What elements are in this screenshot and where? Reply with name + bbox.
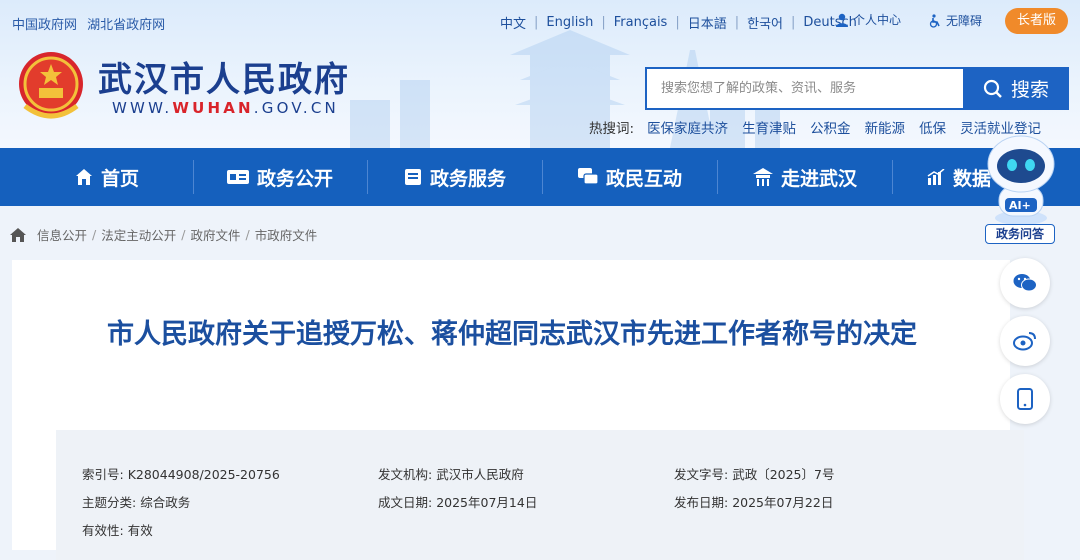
- breadcrumb-separator: /: [181, 227, 186, 242]
- phone-icon: [1017, 388, 1033, 410]
- url-prefix: WWW.: [112, 99, 173, 117]
- home-icon[interactable]: [10, 227, 26, 242]
- document-meta-table: 索引号: K28044908/2025-20756 发文机构: 武汉市人民政府 …: [56, 430, 1024, 560]
- article-panel: 市人民政府关于追授万松、蒋仲超同志武汉市先进工作者称号的决定 索引号: K280…: [12, 260, 1024, 560]
- card-icon: [226, 170, 249, 184]
- site-header: 中国政府网 湖北省政府网 中文 | English | Français | 日本語 |…: [0, 0, 1080, 148]
- meta-label: 有效性:: [82, 523, 124, 538]
- meta-label: 发文字号:: [674, 467, 729, 482]
- nav-label: 首页: [100, 167, 139, 190]
- nav-item-gov-services[interactable]: 政务服务: [370, 148, 540, 206]
- meta-value: K28044908/2025-20756: [127, 467, 280, 482]
- ai-badge: AI+: [1009, 199, 1031, 212]
- meta-value: 2025年07月14日: [436, 495, 538, 510]
- nav-divider: [717, 160, 718, 194]
- hot-word[interactable]: 医保家庭共济: [647, 117, 728, 137]
- nav-item-interaction[interactable]: 政民互动: [545, 148, 715, 206]
- search-button-label: 搜索: [1010, 79, 1049, 101]
- hot-word[interactable]: 生育津贴: [742, 117, 796, 137]
- user-icon: [836, 13, 848, 27]
- lang-en[interactable]: English: [538, 15, 601, 30]
- meta-label: 主题分类:: [82, 495, 137, 510]
- chat-icon: [577, 168, 598, 185]
- language-switcher: 中文 | English | Français | 日本語 | 한국어 | Deutsch: [492, 13, 865, 32]
- nav-label: 政务服务: [429, 167, 506, 190]
- nav-divider: [542, 160, 543, 194]
- weibo-share-button[interactable]: [1000, 316, 1050, 366]
- meta-publish-date: 发布日期: 2025年07月22日: [674, 492, 833, 511]
- hot-search-words: 热搜词: 医保家庭共济 生育津贴 公积金 新能源 低保 灵活就业登记: [589, 117, 1048, 137]
- lang-zh[interactable]: 中文: [492, 13, 534, 32]
- meta-value: 武政〔2025〕7号: [732, 467, 835, 482]
- pavilion-icon: [752, 168, 773, 186]
- meta-value: 武汉市人民政府: [436, 467, 524, 482]
- meta-value: 2025年07月22日: [732, 495, 834, 510]
- nav-label: 政务公开: [256, 167, 333, 190]
- nav-item-gov-affairs[interactable]: 政务公开: [195, 148, 365, 206]
- breadcrumb-item[interactable]: 法定主动公开: [101, 225, 176, 244]
- meta-label: 索引号:: [82, 467, 124, 482]
- site-url: WWW.WUHAN.GOV.CN: [112, 99, 339, 117]
- meta-value: 有效: [127, 523, 153, 538]
- home-icon: [75, 169, 92, 185]
- meta-category: 主题分类: 综合政务: [82, 492, 190, 511]
- site-title: 武汉市人民政府: [98, 60, 350, 100]
- url-suffix: .GOV.CN: [253, 99, 339, 117]
- nav-divider: [367, 160, 368, 194]
- national-emblem-logo: [19, 52, 83, 119]
- hot-word[interactable]: 新能源: [865, 117, 906, 137]
- chart-icon: [927, 169, 945, 185]
- lang-ko[interactable]: 한국어: [739, 13, 791, 32]
- mobile-version-button[interactable]: [1000, 374, 1050, 424]
- breadcrumb-separator: /: [245, 227, 250, 242]
- breadcrumb-item[interactable]: 市政府文件: [255, 225, 318, 244]
- accessibility-link[interactable]: 无障碍: [928, 12, 982, 29]
- personal-center-link[interactable]: 个人中心: [835, 11, 901, 28]
- accessibility-label: 无障碍: [946, 14, 983, 28]
- search-input[interactable]: 搜索您想了解的政策、资讯、服务: [645, 67, 963, 110]
- ai-assistant-label: 政务问答: [985, 224, 1055, 244]
- nav-divider: [193, 160, 194, 194]
- personal-center-label: 个人中心: [853, 13, 902, 27]
- breadcrumb-separator: /: [92, 227, 97, 242]
- meta-doc-number: 发文字号: 武政〔2025〕7号: [674, 464, 834, 483]
- hot-search-label: 热搜词:: [589, 121, 635, 137]
- meta-validity: 有效性: 有效: [82, 520, 153, 539]
- breadcrumb-item[interactable]: 信息公开: [37, 225, 87, 244]
- breadcrumb: 信息公开 / 法定主动公开 / 政府文件 / 市政府文件: [10, 225, 317, 244]
- meta-label: 发文机构:: [378, 467, 433, 482]
- nav-item-home[interactable]: 首页: [22, 148, 192, 206]
- top-links: 中国政府网 湖北省政府网: [12, 14, 171, 33]
- meta-label: 成文日期:: [378, 495, 433, 510]
- nav-item-wuhan[interactable]: 走进武汉: [720, 148, 890, 206]
- wheelchair-icon: [929, 13, 940, 28]
- hubei-gov-link[interactable]: 湖北省政府网: [87, 18, 165, 33]
- nav-label: 走进武汉: [780, 167, 857, 190]
- ai-assistant[interactable]: AI+ 政务问答: [985, 132, 1063, 244]
- url-highlight: WUHAN: [172, 99, 254, 117]
- lang-fr[interactable]: Français: [606, 15, 676, 30]
- meta-issuer: 发文机构: 武汉市人民政府: [378, 464, 524, 483]
- meta-index: 索引号: K28044908/2025-20756: [82, 464, 280, 483]
- wechat-icon: [1013, 274, 1037, 292]
- search-icon: [983, 79, 1002, 98]
- nav-divider: [892, 160, 893, 194]
- meta-written-date: 成文日期: 2025年07月14日: [378, 492, 537, 511]
- document-icon: [404, 169, 421, 185]
- nav-label: 政民互动: [605, 167, 682, 190]
- hot-word[interactable]: 低保: [919, 117, 946, 137]
- elder-mode-button[interactable]: 长者版: [1005, 8, 1068, 34]
- meta-label: 发布日期:: [674, 495, 729, 510]
- lang-ja[interactable]: 日本語: [680, 13, 735, 32]
- weibo-icon: [1013, 332, 1036, 351]
- search-button[interactable]: 搜索: [963, 67, 1069, 110]
- main-nav: 首页 政务公开 政务服务 政民互动 走进武汉 数据: [0, 148, 1080, 206]
- china-gov-link[interactable]: 中国政府网: [12, 18, 77, 33]
- breadcrumb-item[interactable]: 政府文件: [190, 225, 240, 244]
- hot-word[interactable]: 公积金: [810, 117, 851, 137]
- wechat-share-button[interactable]: [1000, 258, 1050, 308]
- article-title: 市人民政府关于追授万松、蒋仲超同志武汉市先进工作者称号的决定: [107, 319, 917, 350]
- meta-value: 综合政务: [140, 495, 191, 510]
